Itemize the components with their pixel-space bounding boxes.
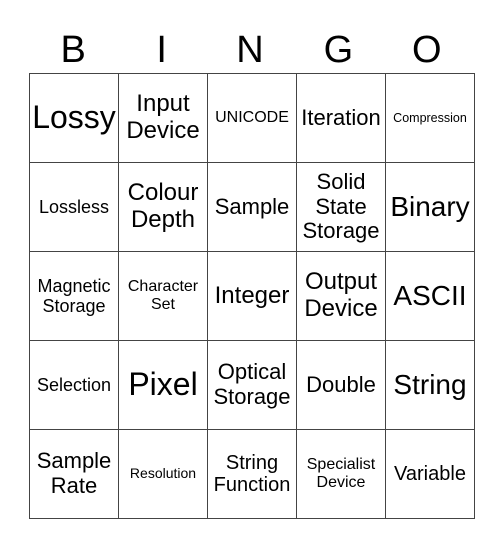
bingo-cell[interactable]: Magnetic Storage (29, 251, 119, 341)
bingo-cell[interactable]: Sample (207, 162, 297, 252)
bingo-cell[interactable]: Lossless (29, 162, 119, 252)
bingo-cell[interactable]: Sample Rate (29, 429, 119, 519)
header-letter-b: B (60, 29, 86, 71)
bingo-cell[interactable]: Binary (385, 162, 475, 252)
board-row: Lossy Input Device UNICODE Iteration Com… (29, 73, 475, 163)
bingo-cell[interactable]: Double (296, 340, 386, 430)
bingo-cell[interactable]: Integer (207, 251, 297, 341)
bingo-cell[interactable]: Solid State Storage (296, 162, 386, 252)
bingo-cell[interactable]: Optical Storage (207, 340, 297, 430)
board-row: Magnetic Storage Character Set Integer O… (29, 251, 475, 341)
bingo-cell[interactable]: Variable (385, 429, 475, 519)
bingo-cell[interactable]: Iteration (296, 73, 386, 163)
bingo-cell[interactable]: Character Set (118, 251, 208, 341)
bingo-cell[interactable]: String Function (207, 429, 297, 519)
bingo-cell[interactable]: String (385, 340, 475, 430)
bingo-header: B I N G O (29, 28, 471, 73)
board-row: Selection Pixel Optical Storage Double S… (29, 340, 475, 430)
bingo-cell[interactable]: Colour Depth (118, 162, 208, 252)
bingo-board: Lossy Input Device UNICODE Iteration Com… (29, 73, 475, 519)
bingo-cell[interactable]: Lossy (29, 73, 119, 163)
bingo-cell[interactable]: Pixel (118, 340, 208, 430)
board-row: Lossless Colour Depth Sample Solid State… (29, 162, 475, 252)
bingo-cell[interactable]: Specialist Device (296, 429, 386, 519)
board-row: Sample Rate Resolution String Function S… (29, 429, 475, 519)
bingo-cell[interactable]: ASCII (385, 251, 475, 341)
header-letter-o: O (412, 29, 442, 71)
bingo-cell[interactable]: Compression (385, 73, 475, 163)
bingo-cell[interactable]: Resolution (118, 429, 208, 519)
header-letter-n: N (236, 29, 264, 71)
bingo-cell[interactable]: UNICODE (207, 73, 297, 163)
bingo-cell[interactable]: Output Device (296, 251, 386, 341)
header-letter-g: G (323, 29, 354, 71)
bingo-cell[interactable]: Selection (29, 340, 119, 430)
bingo-cell[interactable]: Input Device (118, 73, 208, 163)
header-letter-i: I (156, 29, 167, 71)
